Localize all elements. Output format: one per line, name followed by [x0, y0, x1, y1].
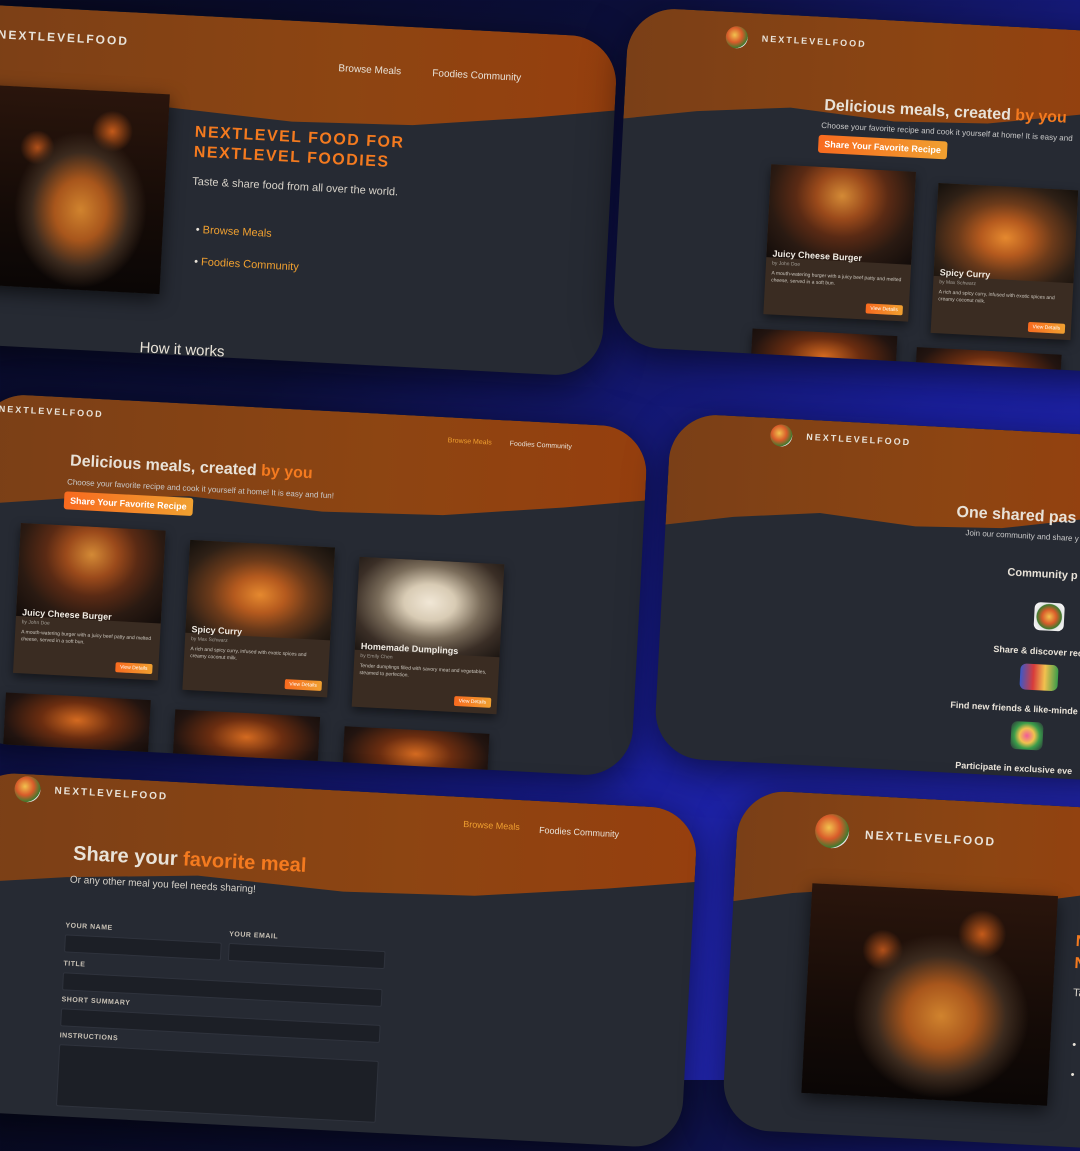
hero-tagline: Ta	[1072, 986, 1080, 1000]
home-panel: NEXTLEVELFOOD Browse Meals Foodies Commu…	[0, 2, 619, 378]
meals-panel-left: NEXTLEVELFOOD Browse Meals Foodies Commu…	[0, 392, 649, 778]
bullet-icon: •	[1070, 1068, 1075, 1082]
share-panel: NEXTLEVELFOOD Browse Meals Foodies Commu…	[0, 771, 699, 1149]
meal-card-description: Tender dumplings filled with savory meat…	[359, 662, 487, 679]
view-details-button[interactable]: View Details	[865, 303, 903, 316]
how-it-works-heading: How it works	[139, 339, 225, 361]
meal-card[interactable]: Juicy Cheese Burger by John Doe A mouth-…	[763, 164, 916, 322]
label-instructions: INSTRUCTIONS	[59, 1032, 119, 1043]
meal-card-title: Spicy Curry	[191, 624, 243, 637]
hero-link-label: Foodies Community	[200, 256, 300, 274]
hero-image	[0, 84, 170, 295]
community-perk: Find new friends & like-minde	[950, 699, 1079, 717]
hero-tagline: Taste & share food from all over the wor…	[192, 175, 399, 199]
meal-card-partial[interactable]	[2, 692, 151, 761]
share-title-lead: Share your	[72, 842, 184, 871]
your-name-input[interactable]	[64, 934, 222, 961]
meal-card-partial[interactable]	[749, 328, 898, 374]
meal-card-description: A mouth-watering burger with a juicy bee…	[20, 629, 152, 646]
view-details-button[interactable]: View Details	[1027, 321, 1066, 334]
hero-image	[801, 883, 1059, 1106]
label-title: TITLE	[63, 960, 86, 969]
meal-card-partial[interactable]	[341, 726, 490, 778]
meal-card[interactable]: Juicy Cheese Burger by John Doe A mouth-…	[13, 523, 166, 681]
meal-card[interactable]: Homemade Dumplings by Emily Chen Tender …	[351, 556, 505, 715]
meal-card-author: by Max Schwarz	[190, 636, 228, 645]
hero-link-foodies-community[interactable]: • Foodies Community	[194, 256, 299, 273]
meals-title-accent: by you	[260, 462, 314, 483]
meal-card-author: by John Doe	[21, 619, 50, 627]
meal-card-description: A rich and spicy curry, infused with exo…	[189, 646, 307, 662]
home-panel-right: NEXTLEVELFOOD N N Ta • •	[721, 789, 1080, 1151]
hero-link-browse-meals[interactable]: • Browse Meals	[195, 224, 272, 240]
instructions-textarea[interactable]	[55, 1044, 379, 1123]
meal-card-title: Spicy Curry	[939, 267, 991, 280]
your-email-input[interactable]	[227, 942, 386, 970]
view-details-button[interactable]: View Details	[114, 662, 153, 675]
food-plate-icon	[1033, 601, 1065, 632]
view-details-button[interactable]: View Details	[284, 679, 322, 692]
meals-title-accent: by you	[1014, 106, 1068, 127]
meal-card-author: by John Doe	[771, 260, 801, 268]
view-details-button[interactable]: View Details	[453, 695, 492, 708]
meals-panel-right: NEXTLEVELFOOD Delicious meals, created b…	[611, 6, 1080, 374]
label-short-summary: SHORT SUMMARY	[61, 996, 131, 1007]
community-perks-title: Community p	[1007, 566, 1078, 583]
hero-headline-line-1: N	[1075, 933, 1080, 951]
meal-card-author: by Max Schwarz	[939, 279, 977, 288]
community-people-icon	[1019, 663, 1059, 692]
label-your-email: YOUR EMAIL	[229, 930, 279, 941]
meal-card-partial[interactable]	[913, 347, 1062, 374]
hero-headline-line-2: N	[1074, 955, 1080, 973]
community-subtitle: Join our community and share y	[965, 528, 1079, 544]
meal-card-description: A mouth-watering burger with a juicy bee…	[770, 270, 902, 287]
community-perk: Participate in exclusive eve	[955, 760, 1073, 777]
meal-card-partial[interactable]	[172, 709, 321, 777]
meal-card[interactable]: Spicy Curry by Max Schwarz A rich and sp…	[930, 183, 1079, 341]
meal-card[interactable]: Spicy Curry by Max Schwarz A rich and sp…	[182, 539, 336, 698]
meal-card-description: A rich and spicy curry, infused with exo…	[938, 289, 1055, 305]
bullet-icon: •	[1071, 1039, 1077, 1052]
community-panel: NEXTLEVELFOOD One shared pas Join our co…	[653, 412, 1080, 783]
event-celebration-icon	[1010, 720, 1044, 751]
share-recipe-button[interactable]: Share Your Favorite Recipe	[817, 134, 948, 160]
meal-card-author: by Emily Chen	[360, 652, 393, 661]
label-your-name: YOUR NAME	[65, 922, 113, 932]
hero-link-label: Browse Meals	[202, 224, 273, 240]
community-perk: Share & discover reci	[993, 643, 1080, 659]
